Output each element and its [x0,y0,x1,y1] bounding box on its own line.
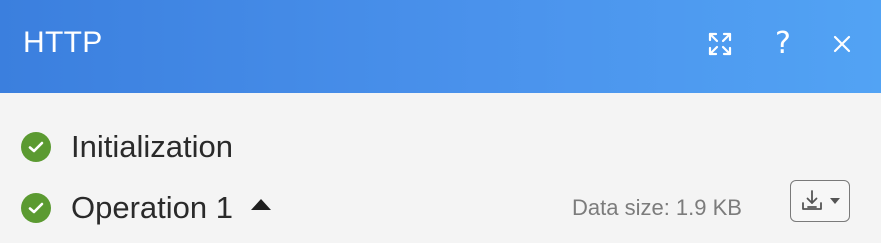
operation-label: Initialization [71,129,233,164]
check-circle-icon [21,193,51,223]
help-button[interactable]: ? [766,27,800,61]
operation-label: Operation 1 [71,190,233,225]
http-module-panel: HTTP ? Initialization Operation 1 Data s… [0,0,881,243]
caret-up-icon[interactable] [250,197,272,211]
download-button[interactable] [790,180,850,222]
expand-arrows-icon [708,32,732,56]
operation-row-initialization[interactable]: Initialization [0,127,881,167]
operation-row-operation-1[interactable]: Operation 1 Data size: 1.9 KB [0,180,881,228]
close-icon [833,35,851,53]
data-size-text: Data size: 1.9 KB [572,195,742,220]
expand-button[interactable] [703,27,737,61]
close-button[interactable] [825,27,859,61]
chevron-down-icon [830,198,840,204]
panel-title: HTTP [23,26,103,59]
download-icon [802,190,822,210]
check-circle-icon [21,132,51,162]
panel-header: HTTP ? [0,0,881,93]
